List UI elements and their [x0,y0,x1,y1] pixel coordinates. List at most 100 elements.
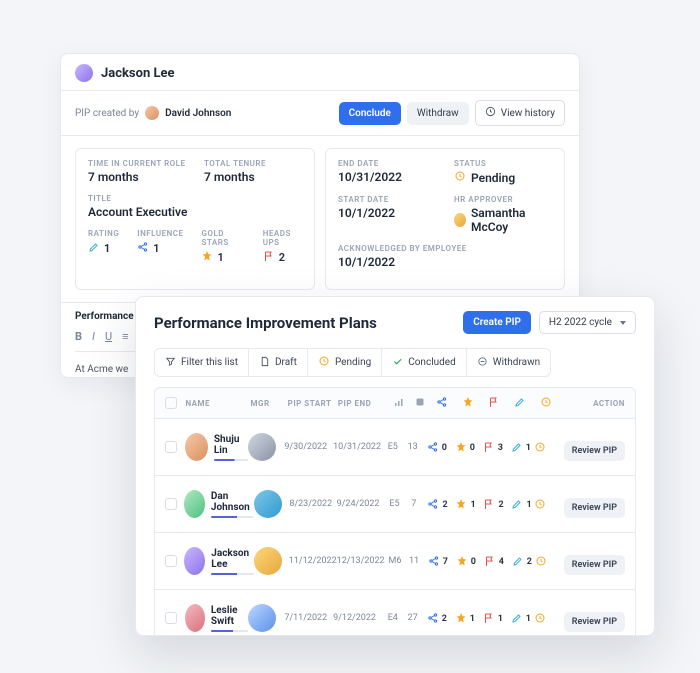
row-end: 9/24/2022 [337,499,384,509]
detail-subheader: PIP created by David Johnson Conclude Wi… [61,91,579,136]
star-chip: 0 [450,440,480,457]
clock-icon [454,170,466,185]
row-checkbox[interactable] [165,441,177,453]
manager-avatar [248,433,276,461]
ack-label: Acknowledged by employee [338,244,552,253]
row-start: 11/12/2022 [289,556,337,566]
employee-avatar [184,547,205,575]
star-chip: 0 [451,554,481,571]
title-value: Account Executive [88,205,302,219]
row-checkbox[interactable] [165,498,177,510]
list-title: Performance Improvement Plans [154,314,377,332]
employee-name: Jackson Lee [211,548,254,570]
stats-left: Time in current role 7 months Total tenu… [75,148,315,290]
view-history-button[interactable]: View history [475,100,565,126]
clock-icon [540,396,552,410]
table-row[interactable]: Dan Johnson8/23/20229/24/2022E572121Revi… [154,476,636,533]
manager-avatar [248,604,276,632]
filter-withdrawn[interactable]: Withdrawn [467,349,550,376]
create-pip-button[interactable]: Create PIP [463,311,531,334]
flag-chip: 4 [479,554,509,571]
star-chip: 1 [450,497,480,514]
pip-list-card: Performance Improvement Plans Create PIP… [135,296,655,636]
status-label: Status [454,159,552,168]
col-name[interactable]: Name [185,399,250,408]
flag-chip: 3 [478,440,508,457]
file-icon [259,356,270,370]
conclude-button[interactable]: Conclude [339,102,401,125]
select-all-checkbox[interactable] [165,397,177,409]
review-pip-button[interactable]: Review PIP [564,555,625,575]
hr-approver-value: Samantha McCoy [454,206,552,234]
italic-button[interactable]: I [92,330,95,343]
row-checkbox[interactable] [165,555,177,567]
row-mgr-cell [248,433,284,461]
row-mgr-cell [254,490,289,518]
created-by-label: PIP created by [75,108,139,119]
row-start: 9/30/2022 [284,442,333,452]
flag-chip: 2 [478,497,508,514]
share-chip: 7 [423,554,453,571]
table-body: Shuju Lin9/30/202210/31/2022E5130031Revi… [154,419,636,636]
row-level: E4 [382,613,404,623]
filter-concluded[interactable]: Concluded [382,349,467,376]
list-header: Performance Improvement Plans Create PIP… [136,297,654,344]
detail-actions: Conclude Withdraw View history [339,100,565,126]
row-name-cell: Dan Johnson [184,490,254,518]
clock-icon [535,552,547,571]
col-pip-start[interactable]: PIP Start [288,399,338,408]
pencil-icon [514,396,526,410]
history-icon [485,106,496,120]
table-row[interactable]: Leslie Swift7/11/20229/12/2022E4272111Re… [154,590,636,636]
row-checkbox[interactable] [165,612,177,624]
list-header-actions: Create PIP H2 2022 cycle [463,311,636,334]
col-flag[interactable] [481,396,507,410]
bullets-button[interactable]: ≡ [122,330,128,343]
total-tenure-label: Total tenure [204,159,302,168]
review-pip-button[interactable]: Review PIP [564,498,625,518]
employee-avatar [184,490,205,518]
clock-icon [534,609,546,628]
row-count: 27 [404,613,422,623]
start-date-label: Start date [338,195,436,204]
row-start: 7/11/2022 [284,613,333,623]
clock-icon [318,355,330,370]
bold-button[interactable]: B [75,330,82,343]
review-pip-button[interactable]: Review PIP [564,441,625,461]
cycle-select[interactable]: H2 2022 cycle [539,311,636,334]
col-level[interactable] [388,396,410,410]
approver-avatar [454,213,466,227]
gold-stars-label: Gold Stars [201,229,244,247]
filter-pending[interactable]: Pending [308,349,382,376]
start-date-value: 10/1/2022 [338,206,436,220]
withdraw-button[interactable]: Withdraw [407,102,469,125]
ack-value: 10/1/2022 [338,255,552,269]
filter-draft[interactable]: Draft [249,349,308,376]
rating-label: Rating [88,229,119,238]
col-count[interactable] [410,396,429,410]
influence-value: 1 [137,241,183,256]
employee-name: Shuju Lin [214,434,248,456]
flag-icon [263,250,275,265]
col-star[interactable] [455,396,481,410]
col-pip-end[interactable]: PIP End [338,399,388,408]
underline-button[interactable]: U [105,330,112,343]
table-row[interactable]: Shuju Lin9/30/202210/31/2022E5130031Revi… [154,419,636,476]
col-pencil[interactable] [507,396,533,410]
total-tenure-value: 7 months [204,170,302,184]
employee-avatar [185,433,208,461]
influence-label: Influence [137,229,183,238]
col-mgr[interactable]: Mgr [250,399,287,408]
col-share[interactable] [429,396,455,410]
col-clock[interactable] [533,396,559,410]
table-row[interactable]: Jackson Lee11/12/202212/13/2022M6117042R… [154,533,636,590]
employee-name: Jackson Lee [101,66,175,81]
level-icon [393,396,405,410]
share-chip: 2 [422,497,452,514]
employee-avatar [185,604,205,632]
review-pip-button[interactable]: Review PIP [564,612,625,632]
filter-button[interactable]: Filter this list [155,349,249,376]
row-end: 12/13/2022 [337,556,385,566]
title-label: Title [88,194,302,203]
rating-value: 1 [88,241,119,256]
